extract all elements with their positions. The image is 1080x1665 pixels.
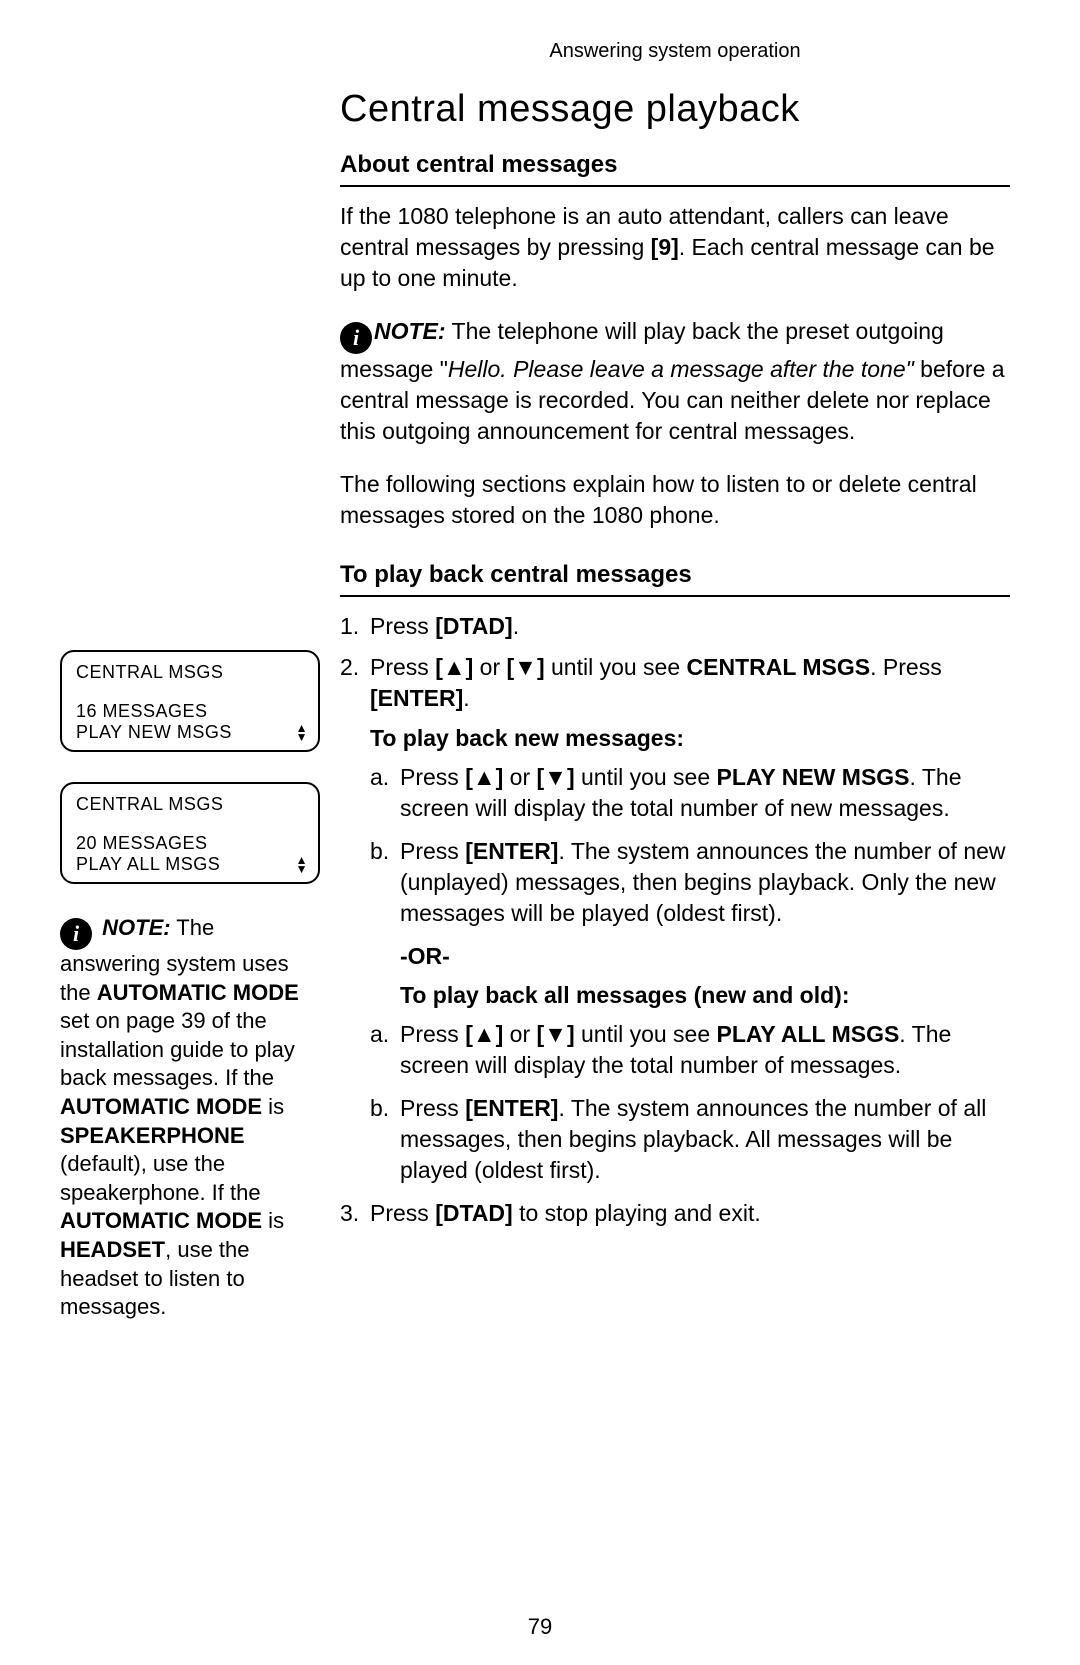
text: (default), use the speakerphone. If the: [60, 1151, 261, 1205]
lcd-line-1: CENTRAL MSGS: [76, 662, 304, 683]
substep-all-b: b. Press [ENTER]. The system announces t…: [370, 1093, 1010, 1186]
text: Press: [400, 1021, 465, 1047]
term-speakerphone: SPEAKERPHONE: [60, 1123, 245, 1148]
lcd-line-3: PLAY ALL MSGS: [76, 854, 304, 875]
text: or: [473, 654, 506, 680]
step-1: 1. Press [DTAD].: [340, 611, 1010, 642]
text: until you see: [575, 1021, 717, 1047]
side-note-automatic-mode: i NOTE: The answering system uses the AU…: [60, 914, 320, 1322]
text: . Press: [870, 654, 942, 680]
steps-list: 1. Press [DTAD]. 2. Press [▲] or [▼] unt…: [340, 611, 1010, 1229]
step-3: 3. Press [DTAD] to stop playing and exit…: [340, 1198, 1010, 1229]
subheading-all-messages: To play back all messages (new and old):: [400, 980, 1010, 1011]
text: is: [262, 1094, 284, 1119]
section-about-heading: About central messages: [340, 151, 1010, 187]
term-automatic-mode: AUTOMATIC MODE: [97, 980, 299, 1005]
step-letter: b.: [370, 1093, 389, 1124]
lcd-line-1: CENTRAL MSGS: [76, 794, 304, 815]
step-2: 2. Press [▲] or [▼] until you see CENTRA…: [340, 652, 1010, 1186]
info-icon: i: [340, 322, 372, 354]
key-down: [▼]: [507, 654, 545, 680]
lcd-line-2: 16 MESSAGES: [76, 701, 304, 722]
text: set on page 39 of the installation guide…: [60, 1008, 295, 1090]
key-enter: [ENTER]: [370, 685, 463, 711]
step-number: 3.: [340, 1198, 359, 1229]
page-title: Central message playback: [340, 88, 1010, 131]
text: Press: [370, 1200, 435, 1226]
substep-new-b: b. Press [ENTER]. The system announces t…: [370, 836, 1010, 929]
step-letter: b.: [370, 836, 389, 867]
key-up: [▲]: [465, 764, 503, 790]
key-enter: [ENTER]: [465, 838, 558, 864]
step-letter: a.: [370, 762, 389, 793]
text: until you see: [545, 654, 687, 680]
text: or: [503, 764, 536, 790]
step-letter: a.: [370, 1019, 389, 1050]
page-number: 79: [0, 1614, 1080, 1640]
lcd-screen-new-msgs: CENTRAL MSGS 16 MESSAGES PLAY NEW MSGS ▲…: [60, 650, 320, 752]
key-dtad: [DTAD]: [435, 1200, 513, 1226]
key-down: [▼]: [537, 764, 575, 790]
text: to stop playing and exit.: [513, 1200, 761, 1226]
key-up: [▲]: [435, 654, 473, 680]
section-playback-heading: To play back central messages: [340, 561, 1010, 597]
sub-steps-new: a. Press [▲] or [▼] until you see PLAY N…: [370, 762, 1010, 929]
info-icon: i: [60, 918, 92, 950]
para-following-sections: The following sections explain how to li…: [340, 469, 1010, 531]
lcd-line-3: PLAY NEW MSGS: [76, 722, 304, 743]
menu-play-all: PLAY ALL MSGS: [717, 1021, 900, 1047]
text: is: [262, 1208, 284, 1233]
scroll-arrows-icon: ▲▼: [296, 856, 308, 874]
key-down: [▼]: [537, 1021, 575, 1047]
lcd-screen-all-msgs: CENTRAL MSGS 20 MESSAGES PLAY ALL MSGS ▲…: [60, 782, 320, 884]
or-separator: -OR-: [400, 941, 1010, 972]
text: until you see: [575, 764, 717, 790]
note-label: NOTE:: [102, 915, 170, 940]
term-automatic-mode: AUTOMATIC MODE: [60, 1094, 262, 1119]
step-number: 1.: [340, 611, 359, 642]
substep-all-a: a. Press [▲] or [▼] until you see PLAY A…: [370, 1019, 1010, 1081]
term-automatic-mode: AUTOMATIC MODE: [60, 1208, 262, 1233]
text: Press: [370, 613, 435, 639]
key-enter: [ENTER]: [465, 1095, 558, 1121]
para-intro: If the 1080 telephone is an auto attenda…: [340, 201, 1010, 294]
text: Press: [400, 1095, 465, 1121]
text: Press: [370, 654, 435, 680]
lcd-line-2: 20 MESSAGES: [76, 833, 304, 854]
menu-play-new: PLAY NEW MSGS: [717, 764, 910, 790]
step-number: 2.: [340, 652, 359, 683]
text: Press: [400, 838, 465, 864]
text: .: [463, 685, 469, 711]
page-header: Answering system operation: [340, 40, 1010, 63]
text: .: [513, 613, 519, 639]
scroll-arrows-icon: ▲▼: [296, 724, 308, 742]
note-label: NOTE:: [374, 318, 446, 344]
key-dtad: [DTAD]: [435, 613, 513, 639]
text: Press: [400, 764, 465, 790]
term-headset: HEADSET: [60, 1237, 165, 1262]
text: or: [503, 1021, 536, 1047]
note-outgoing-message: iNOTE: The telephone will play back the …: [340, 316, 1010, 447]
key-9: [9]: [651, 234, 679, 260]
sub-steps-all: a. Press [▲] or [▼] until you see PLAY A…: [370, 1019, 1010, 1186]
menu-central-msgs: CENTRAL MSGS: [687, 654, 871, 680]
substep-new-a: a. Press [▲] or [▼] until you see PLAY N…: [370, 762, 1010, 824]
key-up: [▲]: [465, 1021, 503, 1047]
note-italic-quote: Hello. Please leave a message after the …: [448, 356, 914, 382]
subheading-new-messages: To play back new messages:: [370, 723, 1010, 754]
